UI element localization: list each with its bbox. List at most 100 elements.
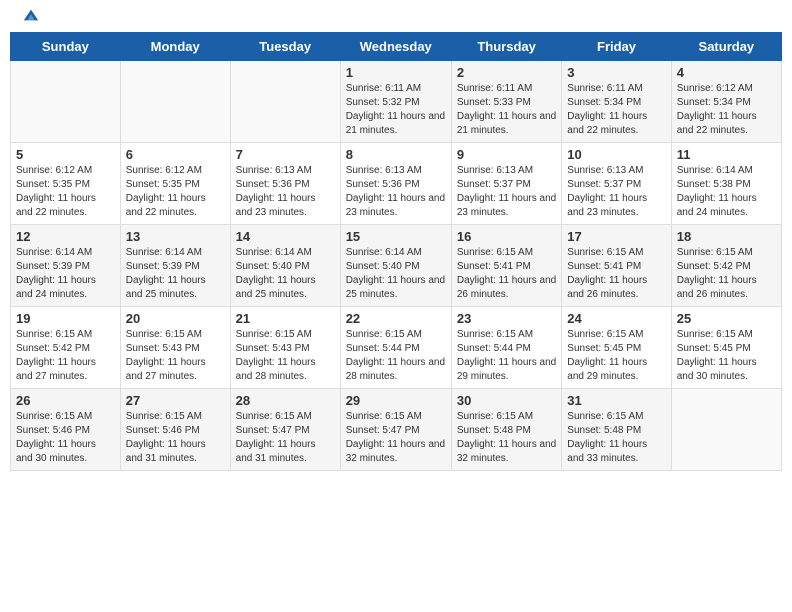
day-info: Sunrise: 6:15 AMSunset: 5:44 PMDaylight:…: [346, 328, 446, 384]
logo-icon: [22, 6, 40, 24]
calendar-cell: 2 Sunrise: 6:11 AMSunset: 5:33 PMDaylight…: [451, 61, 561, 143]
day-info: Sunrise: 6:15 AMSunset: 5:41 PMDaylight:…: [457, 246, 556, 302]
calendar-cell: 15 Sunrise: 6:14 AMSunset: 5:40 PMDayligh…: [340, 225, 451, 307]
day-number: 31: [567, 393, 665, 408]
day-header-sunday: Sunday: [11, 33, 121, 61]
day-number: 27: [126, 393, 225, 408]
calendar-cell: 8Sunrise: 6:13 AMSunset: 5:36 PMDaylight…: [340, 143, 451, 225]
day-info: Sunrise: 6:14 AMSunset: 5:39 PMDaylight:…: [16, 246, 115, 302]
day-info: Sunrise: 6:13 AMSunset: 5:37 PMDaylight:…: [567, 164, 665, 220]
day-number: 28: [236, 393, 335, 408]
day-number: 16: [457, 229, 556, 244]
day-info: Sunrise: 6:15 AMSunset: 5:42 PMDaylight:…: [677, 246, 776, 302]
day-number: 24: [567, 311, 665, 326]
calendar-cell: 17 Sunrise: 6:15 AMSunset: 5:41 PMDayligh…: [562, 225, 671, 307]
day-number: 13: [126, 229, 225, 244]
day-info: Sunrise: 6:15 AMSunset: 5:46 PMDaylight:…: [16, 410, 115, 466]
day-number: 9: [457, 147, 556, 162]
day-info: Sunrise: 6:15 AMSunset: 5:44 PMDaylight:…: [457, 328, 556, 384]
calendar-cell: 4 Sunrise: 6:12 AMSunset: 5:34 PMDaylight…: [671, 61, 781, 143]
page-header: [10, 10, 782, 24]
day-info: Sunrise: 6:15 AMSunset: 5:48 PMDaylight:…: [567, 410, 665, 466]
calendar-cell: 16 Sunrise: 6:15 AMSunset: 5:41 PMDayligh…: [451, 225, 561, 307]
day-info: Sunrise: 6:12 AMSunset: 5:34 PMDaylight:…: [677, 82, 776, 138]
day-info: Sunrise: 6:15 AMSunset: 5:45 PMDaylight:…: [677, 328, 776, 384]
day-number: 2: [457, 65, 556, 80]
day-number: 14: [236, 229, 335, 244]
calendar-cell: 31 Sunrise: 6:15 AMSunset: 5:48 PMDayligh…: [562, 389, 671, 471]
calendar-cell: 1 Sunrise: 6:11 AMSunset: 5:32 PMDaylight…: [340, 61, 451, 143]
calendar-header-row: SundayMondayTuesdayWednesdayThursdayFrid…: [11, 33, 782, 61]
calendar-cell: 27 Sunrise: 6:15 AMSunset: 5:46 PMDayligh…: [120, 389, 230, 471]
day-number: 18: [677, 229, 776, 244]
calendar-week-row: 5Sunrise: 6:12 AMSunset: 5:35 PMDaylight…: [11, 143, 782, 225]
calendar-cell: 23 Sunrise: 6:15 AMSunset: 5:44 PMDayligh…: [451, 307, 561, 389]
calendar-cell: 5Sunrise: 6:12 AMSunset: 5:35 PMDaylight…: [11, 143, 121, 225]
calendar-week-row: 1 Sunrise: 6:11 AMSunset: 5:32 PMDaylight…: [11, 61, 782, 143]
day-info: Sunrise: 6:11 AMSunset: 5:32 PMDaylight:…: [346, 82, 446, 138]
day-number: 4: [677, 65, 776, 80]
calendar-cell: 26 Sunrise: 6:15 AMSunset: 5:46 PMDayligh…: [11, 389, 121, 471]
day-info: Sunrise: 6:11 AMSunset: 5:34 PMDaylight:…: [567, 82, 665, 138]
calendar-cell: 14 Sunrise: 6:14 AMSunset: 5:40 PMDayligh…: [230, 225, 340, 307]
day-info: Sunrise: 6:15 AMSunset: 5:43 PMDaylight:…: [236, 328, 335, 384]
day-number: 12: [16, 229, 115, 244]
calendar-cell: 30 Sunrise: 6:15 AMSunset: 5:48 PMDayligh…: [451, 389, 561, 471]
day-info: Sunrise: 6:14 AMSunset: 5:40 PMDaylight:…: [236, 246, 335, 302]
day-number: 25: [677, 311, 776, 326]
calendar-cell: 19 Sunrise: 6:15 AMSunset: 5:42 PMDayligh…: [11, 307, 121, 389]
day-info: Sunrise: 6:15 AMSunset: 5:43 PMDaylight:…: [126, 328, 225, 384]
day-info: Sunrise: 6:13 AMSunset: 5:37 PMDaylight:…: [457, 164, 556, 220]
calendar-cell: 21 Sunrise: 6:15 AMSunset: 5:43 PMDayligh…: [230, 307, 340, 389]
day-info: Sunrise: 6:12 AMSunset: 5:35 PMDaylight:…: [16, 164, 115, 220]
day-number: 29: [346, 393, 446, 408]
day-number: 22: [346, 311, 446, 326]
calendar-cell: 18 Sunrise: 6:15 AMSunset: 5:42 PMDayligh…: [671, 225, 781, 307]
day-info: Sunrise: 6:15 AMSunset: 5:42 PMDaylight:…: [16, 328, 115, 384]
calendar-cell: 25 Sunrise: 6:15 AMSunset: 5:45 PMDayligh…: [671, 307, 781, 389]
calendar-week-row: 12 Sunrise: 6:14 AMSunset: 5:39 PMDayligh…: [11, 225, 782, 307]
day-info: Sunrise: 6:15 AMSunset: 5:46 PMDaylight:…: [126, 410, 225, 466]
day-info: Sunrise: 6:13 AMSunset: 5:36 PMDaylight:…: [236, 164, 335, 220]
day-number: 3: [567, 65, 665, 80]
calendar-cell: 11Sunrise: 6:14 AMSunset: 5:38 PMDayligh…: [671, 143, 781, 225]
day-info: Sunrise: 6:11 AMSunset: 5:33 PMDaylight:…: [457, 82, 556, 138]
day-info: Sunrise: 6:15 AMSunset: 5:47 PMDaylight:…: [346, 410, 446, 466]
day-header-friday: Friday: [562, 33, 671, 61]
day-number: 17: [567, 229, 665, 244]
day-info: Sunrise: 6:15 AMSunset: 5:48 PMDaylight:…: [457, 410, 556, 466]
day-info: Sunrise: 6:15 AMSunset: 5:47 PMDaylight:…: [236, 410, 335, 466]
day-header-wednesday: Wednesday: [340, 33, 451, 61]
day-header-thursday: Thursday: [451, 33, 561, 61]
day-header-saturday: Saturday: [671, 33, 781, 61]
day-header-monday: Monday: [120, 33, 230, 61]
calendar-cell: 9 Sunrise: 6:13 AMSunset: 5:37 PMDaylight…: [451, 143, 561, 225]
day-number: 15: [346, 229, 446, 244]
calendar-cell: 7Sunrise: 6:13 AMSunset: 5:36 PMDaylight…: [230, 143, 340, 225]
day-number: 19: [16, 311, 115, 326]
calendar-cell: 12 Sunrise: 6:14 AMSunset: 5:39 PMDayligh…: [11, 225, 121, 307]
day-info: Sunrise: 6:15 AMSunset: 5:41 PMDaylight:…: [567, 246, 665, 302]
calendar-cell: [230, 61, 340, 143]
day-number: 26: [16, 393, 115, 408]
day-info: Sunrise: 6:12 AMSunset: 5:35 PMDaylight:…: [126, 164, 225, 220]
day-header-tuesday: Tuesday: [230, 33, 340, 61]
day-info: Sunrise: 6:14 AMSunset: 5:40 PMDaylight:…: [346, 246, 446, 302]
calendar-cell: [120, 61, 230, 143]
calendar-cell: 22 Sunrise: 6:15 AMSunset: 5:44 PMDayligh…: [340, 307, 451, 389]
day-number: 21: [236, 311, 335, 326]
calendar-cell: 6Sunrise: 6:12 AMSunset: 5:35 PMDaylight…: [120, 143, 230, 225]
day-info: Sunrise: 6:14 AMSunset: 5:38 PMDaylight:…: [677, 164, 776, 220]
calendar-cell: 29 Sunrise: 6:15 AMSunset: 5:47 PMDayligh…: [340, 389, 451, 471]
calendar-cell: [671, 389, 781, 471]
day-number: 8: [346, 147, 446, 162]
day-number: 1: [346, 65, 446, 80]
calendar-week-row: 26 Sunrise: 6:15 AMSunset: 5:46 PMDayligh…: [11, 389, 782, 471]
calendar-cell: 24 Sunrise: 6:15 AMSunset: 5:45 PMDayligh…: [562, 307, 671, 389]
day-number: 10: [567, 147, 665, 162]
day-number: 30: [457, 393, 556, 408]
day-info: Sunrise: 6:14 AMSunset: 5:39 PMDaylight:…: [126, 246, 225, 302]
day-info: Sunrise: 6:15 AMSunset: 5:45 PMDaylight:…: [567, 328, 665, 384]
logo: [20, 18, 40, 24]
day-number: 23: [457, 311, 556, 326]
